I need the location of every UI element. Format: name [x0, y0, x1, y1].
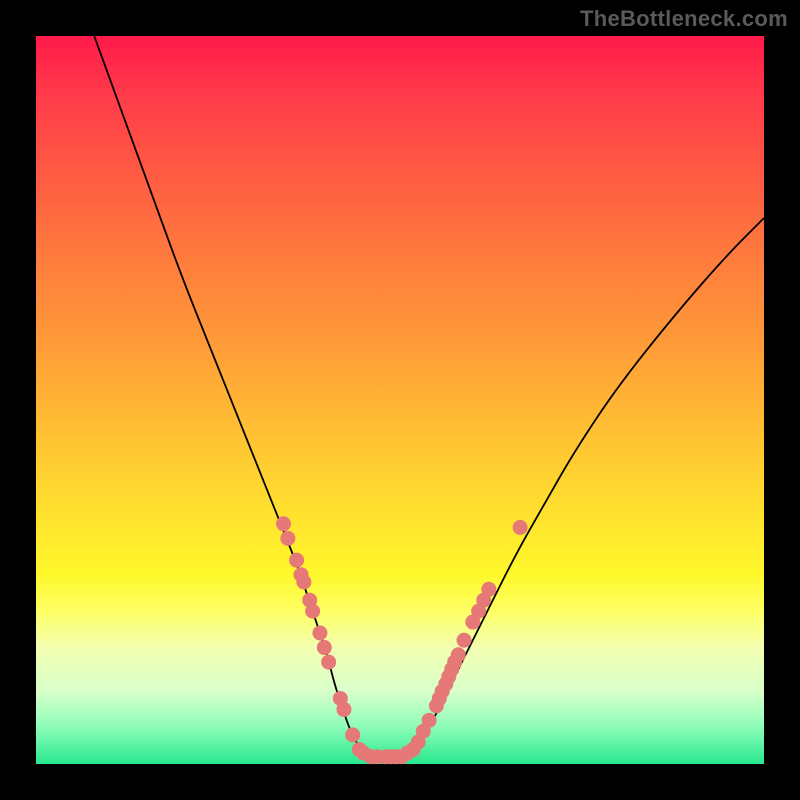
bottleneck-curve — [94, 36, 764, 757]
data-point — [305, 604, 320, 619]
watermark-text: TheBottleneck.com — [580, 6, 788, 32]
data-points-group — [276, 516, 528, 764]
data-point — [289, 553, 304, 568]
data-point — [481, 582, 496, 597]
chart-plot-area — [36, 36, 764, 764]
data-point — [345, 727, 360, 742]
data-point — [312, 625, 327, 640]
chart-svg — [36, 36, 764, 764]
data-point — [321, 655, 336, 670]
data-point — [457, 633, 472, 648]
data-point — [317, 640, 332, 655]
data-point — [336, 702, 351, 717]
data-point — [280, 531, 295, 546]
data-point — [276, 516, 291, 531]
data-point — [422, 713, 437, 728]
data-point — [451, 647, 466, 662]
data-point — [296, 575, 311, 590]
data-point — [513, 520, 528, 535]
